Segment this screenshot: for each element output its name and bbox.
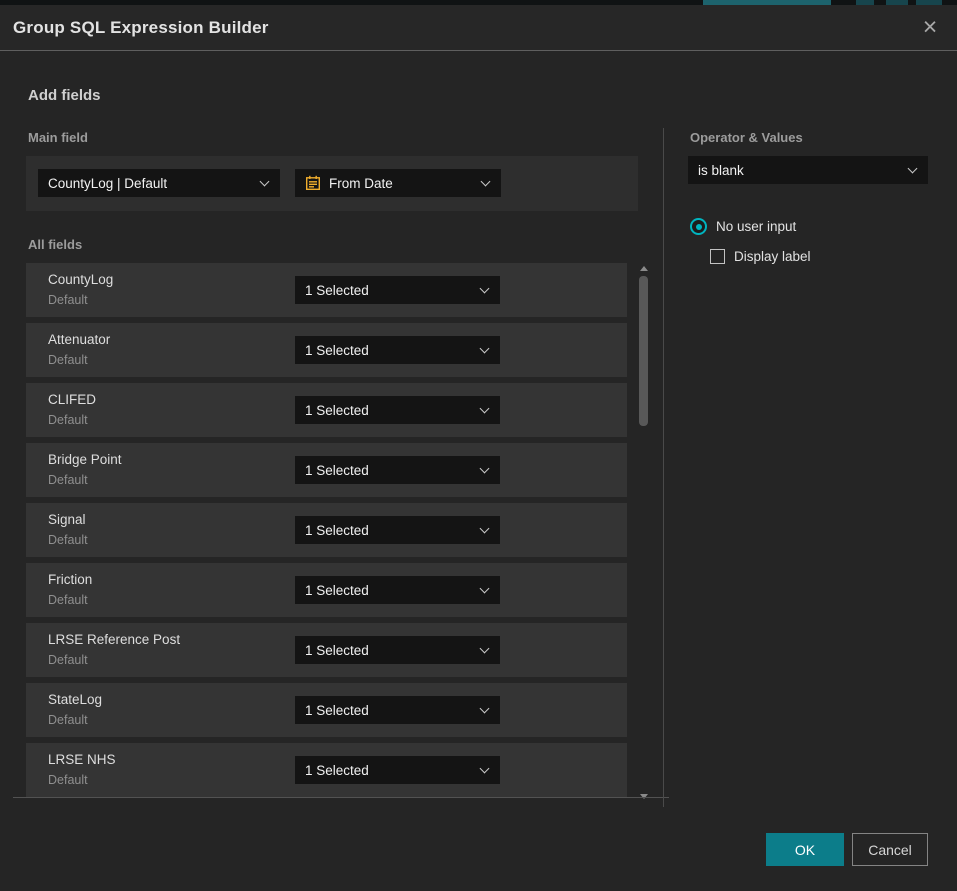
all-fields-list: CountyLog Default 1 Selected Attenuator Defa…	[26, 263, 627, 802]
dialog-header: Group SQL Expression Builder ×	[0, 5, 957, 51]
field-row: Friction Default 1 Selected	[26, 563, 627, 617]
main-field-dropdown[interactable]: From Date	[295, 169, 501, 197]
field-name: Friction	[48, 572, 92, 587]
chevron-down-icon	[908, 164, 918, 174]
add-fields-heading: Add fields	[28, 87, 101, 104]
chevron-down-icon	[481, 177, 491, 187]
chevron-down-icon	[480, 464, 490, 474]
field-selected-value: 1 Selected	[305, 523, 369, 538]
field-selected-value: 1 Selected	[305, 583, 369, 598]
field-row: Bridge Point Default 1 Selected	[26, 443, 627, 497]
vertical-divider	[663, 128, 664, 807]
display-label-label: Display label	[734, 249, 811, 264]
dialog-title: Group SQL Expression Builder	[13, 18, 269, 38]
field-alias: Default	[48, 593, 88, 607]
field-selected-dropdown[interactable]: 1 Selected	[295, 696, 500, 724]
main-field-container: CountyLog | Default From Date	[26, 156, 638, 211]
main-field-dropdown-value: From Date	[329, 176, 393, 191]
chevron-down-icon	[480, 404, 490, 414]
main-field-label: Main field	[28, 130, 88, 145]
field-name: CountyLog	[48, 272, 113, 287]
layer-dropdown[interactable]: CountyLog | Default	[38, 169, 280, 197]
field-selected-dropdown[interactable]: 1 Selected	[295, 756, 500, 784]
field-selected-value: 1 Selected	[305, 703, 369, 718]
no-user-input-radio[interactable]: No user input	[690, 218, 796, 235]
scrollbar-thumb[interactable]	[639, 276, 648, 426]
field-selected-value: 1 Selected	[305, 403, 369, 418]
field-name: Bridge Point	[48, 452, 122, 467]
list-bottom-divider	[13, 797, 669, 798]
field-alias: Default	[48, 533, 88, 547]
field-selected-dropdown[interactable]: 1 Selected	[295, 456, 500, 484]
field-selected-dropdown[interactable]: 1 Selected	[295, 636, 500, 664]
checkbox-unchecked-icon[interactable]	[710, 249, 725, 264]
field-alias: Default	[48, 353, 88, 367]
field-row: Signal Default 1 Selected	[26, 503, 627, 557]
field-name: StateLog	[48, 692, 102, 707]
scroll-up-icon[interactable]	[640, 266, 648, 271]
field-row: StateLog Default 1 Selected	[26, 683, 627, 737]
scrollbar[interactable]	[636, 263, 652, 802]
close-icon[interactable]: ×	[915, 12, 945, 42]
field-name: Signal	[48, 512, 86, 527]
operator-dropdown-value: is blank	[698, 163, 744, 178]
chevron-down-icon	[480, 584, 490, 594]
field-alias: Default	[48, 773, 88, 787]
no-user-input-label: No user input	[716, 219, 796, 234]
field-name: Attenuator	[48, 332, 110, 347]
display-label-checkbox-row[interactable]: Display label	[710, 249, 811, 264]
field-row: LRSE NHS Default 1 Selected	[26, 743, 627, 797]
calendar-icon	[305, 175, 321, 191]
field-selected-value: 1 Selected	[305, 763, 369, 778]
field-alias: Default	[48, 473, 88, 487]
field-alias: Default	[48, 713, 88, 727]
field-row: CLIFED Default 1 Selected	[26, 383, 627, 437]
field-alias: Default	[48, 653, 88, 667]
field-selected-dropdown[interactable]: 1 Selected	[295, 276, 500, 304]
field-row: Attenuator Default 1 Selected	[26, 323, 627, 377]
field-name: LRSE NHS	[48, 752, 116, 767]
field-row: CountyLog Default 1 Selected	[26, 263, 627, 317]
field-alias: Default	[48, 293, 88, 307]
field-alias: Default	[48, 413, 88, 427]
ok-button[interactable]: OK	[766, 833, 844, 866]
chevron-down-icon	[480, 764, 490, 774]
field-selected-dropdown[interactable]: 1 Selected	[295, 396, 500, 424]
chevron-down-icon	[480, 704, 490, 714]
field-selected-value: 1 Selected	[305, 343, 369, 358]
cancel-button[interactable]: Cancel	[852, 833, 928, 866]
radio-selected-icon	[690, 218, 707, 235]
operator-dropdown[interactable]: is blank	[688, 156, 928, 184]
field-name: CLIFED	[48, 392, 96, 407]
screen: Group SQL Expression Builder × Add field…	[0, 0, 957, 891]
all-fields-label: All fields	[28, 237, 82, 252]
chevron-down-icon	[480, 284, 490, 294]
field-selected-dropdown[interactable]: 1 Selected	[295, 516, 500, 544]
chevron-down-icon	[480, 524, 490, 534]
field-row: LRSE Reference Post Default 1 Selected	[26, 623, 627, 677]
field-selected-value: 1 Selected	[305, 643, 369, 658]
chevron-down-icon	[480, 644, 490, 654]
operator-values-label: Operator & Values	[690, 130, 803, 145]
layer-dropdown-value: CountyLog | Default	[48, 176, 167, 191]
group-sql-expression-builder-dialog: Group SQL Expression Builder × Add field…	[0, 5, 957, 891]
field-selected-value: 1 Selected	[305, 283, 369, 298]
chevron-down-icon	[480, 344, 490, 354]
chevron-down-icon	[260, 177, 270, 187]
field-name: LRSE Reference Post	[48, 632, 180, 647]
field-selected-value: 1 Selected	[305, 463, 369, 478]
field-selected-dropdown[interactable]: 1 Selected	[295, 336, 500, 364]
field-selected-dropdown[interactable]: 1 Selected	[295, 576, 500, 604]
